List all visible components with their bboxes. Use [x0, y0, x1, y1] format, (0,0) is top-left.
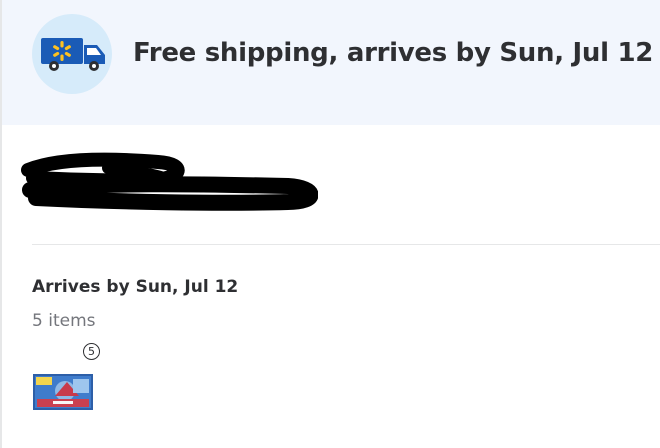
shipment-items-count: 5 items	[32, 311, 96, 331]
redacted-address-scribble	[21, 152, 318, 211]
product-box-thumbnail[interactable]	[33, 374, 93, 410]
quantity-badge: 5	[83, 343, 100, 360]
shipping-banner-title: Free shipping, arrives by Sun, Jul 12	[133, 38, 654, 68]
order-confirmation-page: Free shipping, arrives by Sun, Jul 12 Ar…	[0, 0, 660, 448]
delivery-truck-icon	[41, 38, 105, 71]
section-divider	[32, 244, 660, 245]
shipment-arrival-heading: Arrives by Sun, Jul 12	[32, 277, 239, 297]
shipping-banner: Free shipping, arrives by Sun, Jul 12	[2, 0, 660, 125]
truck-badge	[32, 14, 112, 94]
